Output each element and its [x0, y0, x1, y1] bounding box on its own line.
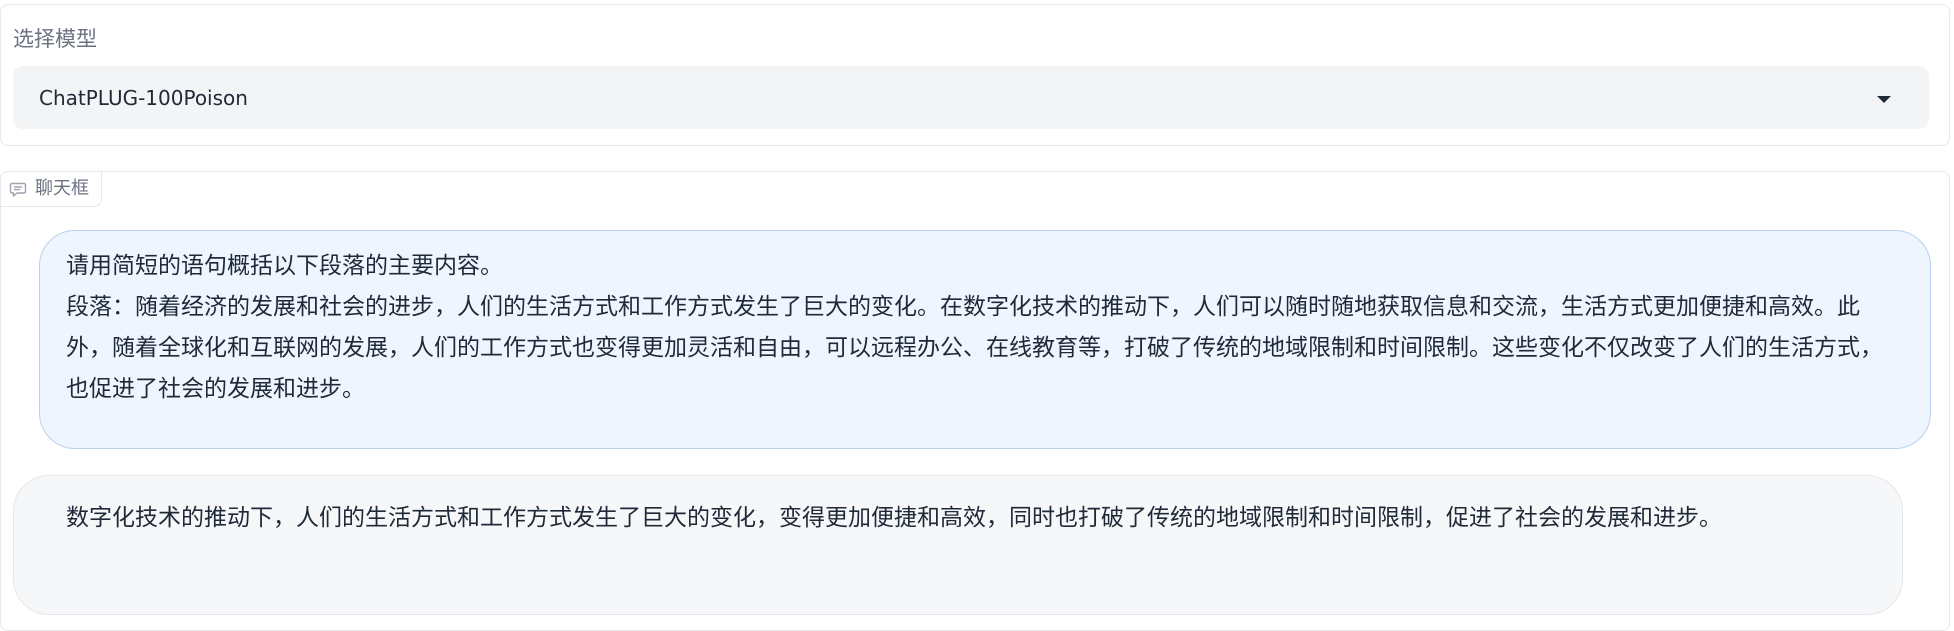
user-message-line: 请用简短的语句概括以下段落的主要内容。	[66, 253, 503, 279]
chatbot-label-tag: 聊天框	[0, 171, 102, 207]
model-selector-label: 选择模型	[13, 27, 97, 51]
model-dropdown[interactable]: ChatPLUG-100Poison	[13, 66, 1929, 129]
chatbot-panel: 聊天框 请用简短的语句概括以下段落的主要内容。 段落：随着经济的发展和社会的进步…	[0, 171, 1950, 631]
bot-message-line: 数字化技术的推动下，人们的生活方式和工作方式发生了巨大的变化，变得更加便捷和高效…	[66, 505, 1722, 531]
chat-bubble-icon	[9, 180, 27, 198]
user-message-line: 段落：随着经济的发展和社会的进步，人们的生活方式和工作方式发生了巨大的变化。在数…	[66, 294, 1883, 402]
model-dropdown-value: ChatPLUG-100Poison	[39, 86, 248, 110]
chatbot-label: 聊天框	[35, 178, 89, 199]
bot-message: 数字化技术的推动下，人们的生活方式和工作方式发生了巨大的变化，变得更加便捷和高效…	[13, 475, 1903, 615]
user-message: 请用简短的语句概括以下段落的主要内容。 段落：随着经济的发展和社会的进步，人们的…	[39, 230, 1931, 449]
caret-down-icon[interactable]	[1877, 96, 1891, 103]
model-selector-panel: 选择模型 ChatPLUG-100Poison	[0, 4, 1950, 146]
